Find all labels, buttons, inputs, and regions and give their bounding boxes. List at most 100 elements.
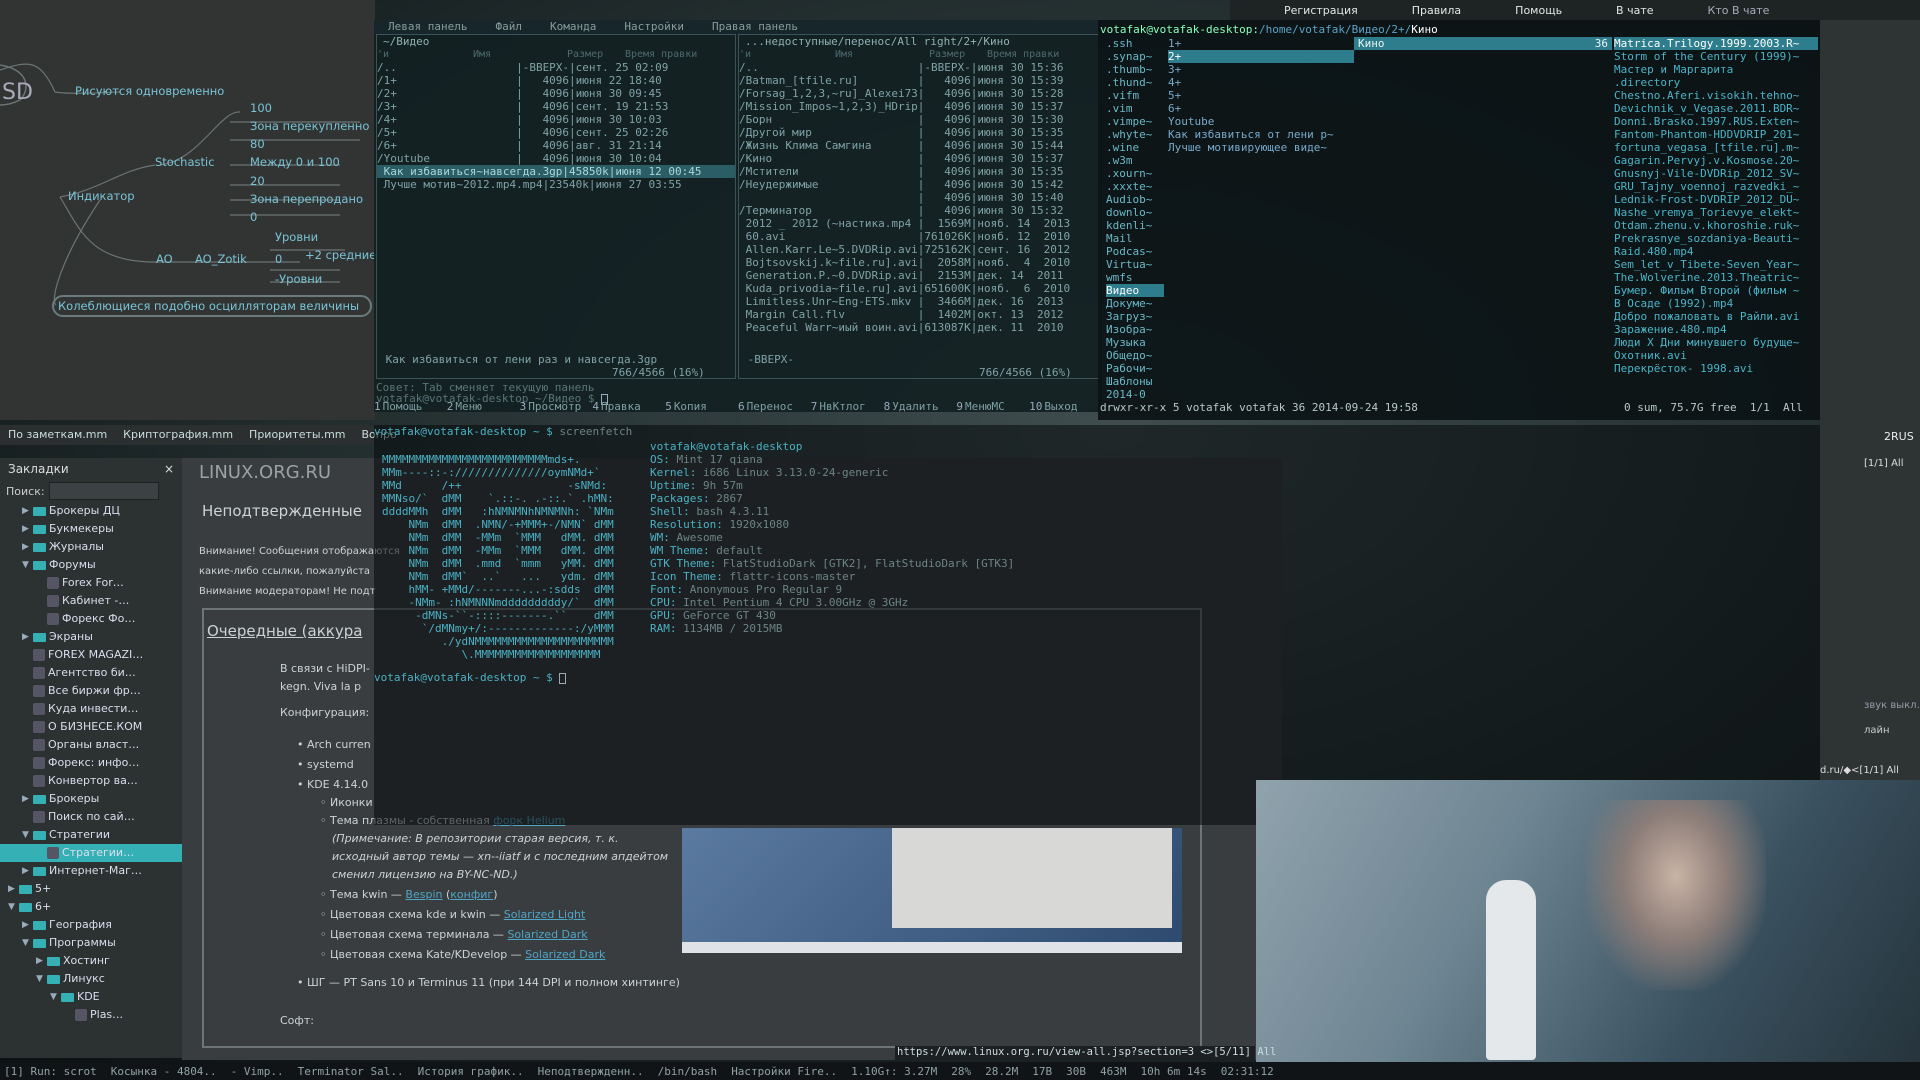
statusbar-item[interactable]: [1] Run: scrot	[4, 1065, 97, 1078]
ranger-entry[interactable]: Докуме~	[1106, 297, 1164, 310]
link[interactable]: Solarized Dark	[525, 948, 605, 961]
collapse-icon[interactable]: ▼	[50, 988, 58, 1006]
mc-right-file[interactable]: /Борн | 4096|июня 30 15:30	[739, 113, 1099, 126]
ranger-entry[interactable]: .w3m	[1106, 154, 1164, 167]
ranger-entry[interactable]: Virtua~	[1106, 258, 1164, 271]
ranger-entry[interactable]: Lednik-Frost-DVDRIP_2012_DU~	[1614, 193, 1818, 206]
mc-right-file[interactable]: /Жизнь Клима Самгина | 4096|июня 30 15:4…	[739, 139, 1099, 152]
ranger-entry[interactable]: 6+	[1168, 102, 1354, 115]
statusbar-item[interactable]: - Vimp..	[231, 1065, 284, 1078]
ranger-entry[interactable]: Fantom-Phantom-HDDVDRIP_201~	[1614, 128, 1818, 141]
ranger-entry[interactable]: wmfs	[1106, 271, 1164, 284]
mindmap-oval-node[interactable]: Колеблющиеся подобно осцилляторам величи…	[52, 295, 372, 317]
expand-icon[interactable]: ▶	[22, 862, 30, 880]
chat-register-link[interactable]: Регистрация	[1284, 4, 1358, 17]
mc-fkey[interactable]: 5 Копия	[665, 400, 738, 413]
ranger-entry[interactable]: Как избавиться от лени р~	[1168, 128, 1354, 141]
ranger-entry[interactable]: 1+	[1168, 37, 1354, 50]
mindmap-node[interactable]: Рисуются одновременно	[75, 84, 224, 98]
ranger-entry[interactable]: .directory	[1614, 76, 1818, 89]
statusbar-item[interactable]: Косынка - 4804..	[111, 1065, 217, 1078]
mc-fkey[interactable]: 10 Выход	[1029, 400, 1102, 413]
mc-right-file[interactable]: Kuda_privodia~file.ru].avi|651600K|нояб.…	[739, 282, 1099, 295]
expand-icon[interactable]: ▶	[22, 790, 30, 808]
bookmark-item[interactable]: Кабинет -…	[0, 592, 182, 610]
mc-right-file[interactable]: /Mission_Impos~1,2,3)_HDrip| 4096|июня 3…	[739, 100, 1099, 113]
link[interactable]: Bespin	[405, 888, 442, 901]
ranger-entry[interactable]: Nashe_vremya_Torievye_elekt~	[1614, 206, 1818, 219]
ranger-entry[interactable]: Заражение.480.mp4	[1614, 323, 1818, 336]
bookmark-item[interactable]: ▶ Букмекеры	[0, 520, 182, 538]
ranger-column-current[interactable]: 1+ 2+ 3+ 4+ 5+ 6+ Youtube Как избавиться от лен…	[1168, 37, 1354, 154]
ranger-entry[interactable]: 4+	[1168, 76, 1354, 89]
mc-fkey[interactable]: 2 Меню	[447, 400, 520, 413]
ranger-entry[interactable]: Загруз~	[1106, 310, 1164, 323]
ranger-entry[interactable]: Matrica.Trilogy.1999.2003.R~	[1614, 37, 1818, 50]
expand-icon[interactable]: ▶	[36, 952, 44, 970]
ranger-entry[interactable]: .vimpe~	[1106, 115, 1164, 128]
mc-right-file[interactable]: /Мстители | 4096|июня 30 15:35	[739, 165, 1099, 178]
ranger-entry[interactable]: .thund~	[1106, 76, 1164, 89]
ranger-entry[interactable]: Музыка	[1106, 336, 1164, 349]
ranger-entry[interactable]: 2+	[1168, 50, 1354, 63]
topic-title-link[interactable]: Очередные (аккура	[207, 622, 362, 640]
ranger-entry[interactable]: Лучше мотивирующее виде~	[1168, 141, 1354, 154]
bookmark-item[interactable]: ▶ Хостинг	[0, 952, 182, 970]
mc-fkey[interactable]: 3 Просмотр	[520, 400, 593, 413]
mc-fkey[interactable]: 6 Перенос	[738, 400, 811, 413]
video-player[interactable]	[1256, 780, 1920, 1064]
ranger-selected-dir[interactable]: Кино 36	[1354, 37, 1612, 50]
bookmarks-search-input[interactable]	[48, 482, 159, 500]
mindmap-node[interactable]: Индикатор	[68, 189, 135, 203]
collapse-icon[interactable]: ▼	[8, 898, 16, 916]
expand-icon[interactable]: ▶	[22, 628, 30, 646]
ranger-entry[interactable]: Gnusnyj-Vile-DVDRip_2012_SV~	[1614, 167, 1818, 180]
mc-left-file[interactable]: Лучше мотив~2012.mp4.mp4|23540k|июня 27 …	[377, 178, 735, 191]
mc-left-file[interactable]: /4+ | 4096|июня 30 10:03	[377, 113, 735, 126]
mc-right-file[interactable]: /.. |-ВВЕРХ-|июня 30 15:36	[739, 61, 1099, 74]
ranger-column-preview[interactable]: Matrica.Trilogy.1999.2003.R~ Storm of the…	[1614, 37, 1818, 375]
mindmap-node[interactable]: Уровни	[275, 230, 318, 244]
bookmarks-tree[interactable]: ▶ Брокеры ДЦ ▶ Букмекеры ▶ Журналы ▼ Форумы Fore…	[0, 502, 182, 1024]
ranger-entry[interactable]: Devichnik_v_Vegase.2011.BDR~	[1614, 102, 1818, 115]
mc-left-selected-file[interactable]: Как избавиться~навсегда.3gp|45850k|июня …	[377, 165, 735, 178]
link[interactable]: Solarized Dark	[507, 928, 587, 941]
ranger-entry[interactable]: Бумер. Фильм Второй (фильм ~	[1614, 284, 1818, 297]
bookmark-item[interactable]: Стратегии…	[0, 844, 182, 862]
bookmark-item[interactable]: ▶ 5+	[0, 880, 182, 898]
ranger-entry[interactable]: Youtube	[1168, 115, 1354, 128]
mc-fkey[interactable]: 8 Удалить	[884, 400, 957, 413]
mc-right-file[interactable]: Limitless.Unr~Eng-ETS.mkv | 3466M|дек. 1…	[739, 295, 1099, 308]
site-logo[interactable]: LINUX.ORG.RU	[199, 462, 331, 483]
expand-icon[interactable]: ▶	[22, 520, 30, 538]
bookmark-item[interactable]: ▼ 6+	[0, 898, 182, 916]
mindmap-node[interactable]: -Уровни	[275, 272, 322, 286]
chat-rules-link[interactable]: Правила	[1412, 4, 1461, 17]
mc-right-file[interactable]: Generation.P.~0.DVDRip.avi| 2153M|дек. 1…	[739, 269, 1099, 282]
bookmark-item[interactable]: ▶ Экраны	[0, 628, 182, 646]
mc-right-file[interactable]: /Другой мир | 4096|июня 30 15:35	[739, 126, 1099, 139]
mc-left-file[interactable]: /2+ | 4096|июня 30 09:45	[377, 87, 735, 100]
ranger-entry[interactable]: Общедо~	[1106, 349, 1164, 362]
mindmap-node[interactable]: AO	[156, 252, 173, 266]
ranger-entry[interactable]: .ssh	[1106, 37, 1164, 50]
bookmark-item[interactable]: Куда инвести…	[0, 700, 182, 718]
mc-left-file[interactable]: /5+ | 4096|сент. 25 02:26	[377, 126, 735, 139]
mc-fkey[interactable]: 4 Правка	[592, 400, 665, 413]
mindmap-node[interactable]: 0	[275, 252, 282, 266]
chat-right-panel[interactable]: 2RUS [1/1] All звук выкл. лайн d.ru/◆<[1…	[1820, 20, 1920, 780]
ranger-entry[interactable]: 2014-0	[1106, 388, 1164, 401]
mindmap-node[interactable]: 0	[250, 210, 257, 224]
statusbar-item[interactable]: Неподтвержденн..	[538, 1065, 644, 1078]
bookmark-item[interactable]: Поиск по сай…	[0, 808, 182, 826]
mc-menu-item[interactable]: Правая панель	[698, 20, 812, 34]
mc-left-file[interactable]: /6+ | 4096|авг. 31 21:14	[377, 139, 735, 152]
chat-status-select[interactable]: лайн	[1864, 725, 1890, 736]
bookmark-item[interactable]: Конвертор ва…	[0, 772, 182, 790]
ranger-entry[interactable]: Raid.480.mp4	[1614, 245, 1818, 258]
ranger-entry[interactable]: В Осаде (1992).mp4	[1614, 297, 1818, 310]
bookmark-item[interactable]: ▶ Брокеры	[0, 790, 182, 808]
mindmap-node[interactable]: +2 средние	[305, 248, 376, 262]
mc-left-file[interactable]: /.. |-ВВЕРХ-|сент. 25 02:09	[377, 61, 735, 74]
ranger-entry[interactable]: Добро пожаловать в Райли.avi	[1614, 310, 1818, 323]
